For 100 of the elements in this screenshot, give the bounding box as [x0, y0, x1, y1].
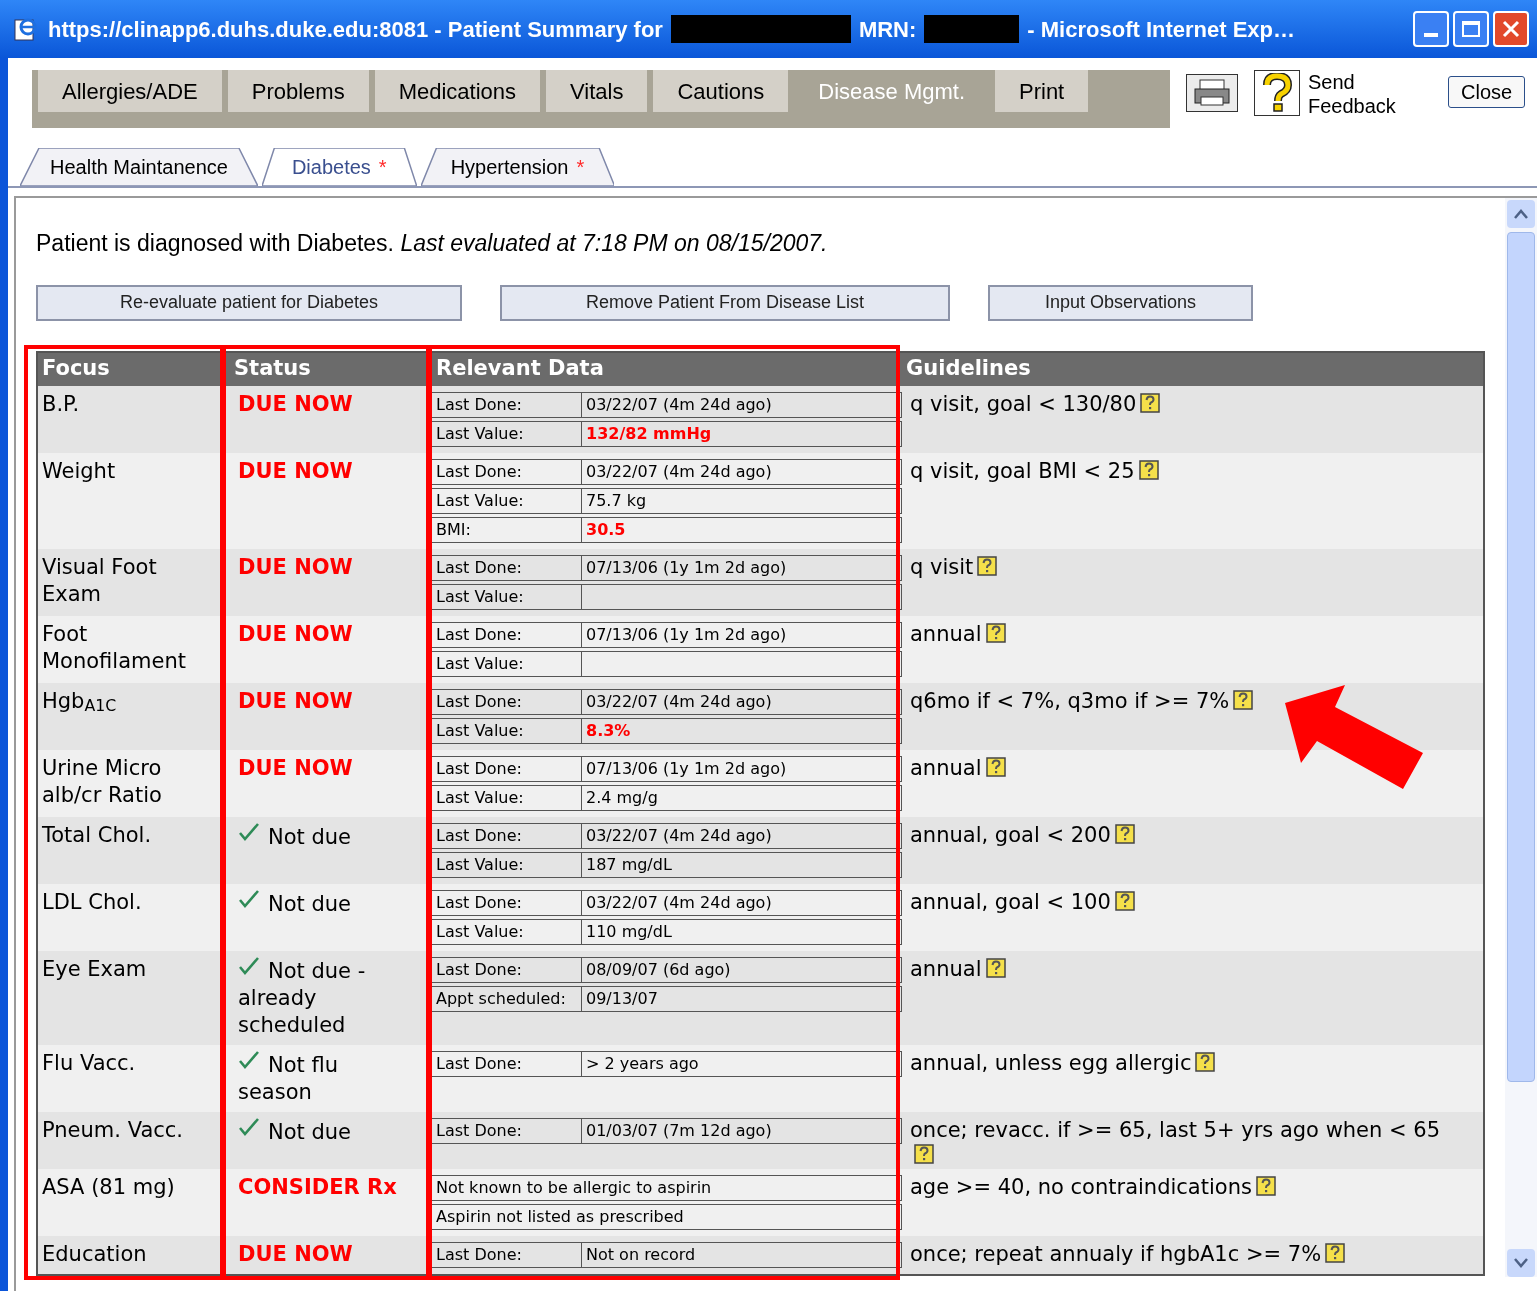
check-icon [238, 1116, 260, 1137]
check-icon [238, 955, 260, 976]
minimize-button[interactable] [1413, 11, 1449, 47]
guideline-text: annual [910, 621, 982, 646]
chevron-down-icon [1514, 1258, 1528, 1268]
data-label: BMI: [432, 517, 582, 542]
guideline-text: age >= 40, no contraindications [910, 1174, 1252, 1199]
action-button[interactable]: Input Observations [988, 284, 1253, 321]
sub-tab[interactable]: Hypertension * [420, 148, 615, 186]
column-header: Guidelines [905, 355, 1032, 383]
help-icon[interactable] [1325, 1242, 1346, 1263]
data-value: 8.3% [585, 719, 631, 742]
data-label: Last Value: [432, 584, 582, 609]
nav-tab[interactable]: Print [995, 70, 1089, 112]
data-label: Last Done: [432, 555, 582, 580]
scroll-down-button[interactable] [1507, 1249, 1535, 1277]
close-window-button[interactable]: Close [1448, 76, 1526, 108]
nav-tab[interactable]: Vitals [546, 70, 648, 112]
data-value: > 2 years ago [585, 1052, 699, 1075]
focus-text: Visual Foot Exam [42, 554, 157, 606]
guideline-text: q6mo if < 7%, q3mo if >= 7% [910, 688, 1230, 713]
data-value: 110 mg/dL [585, 920, 672, 943]
data-label: Last Done: [432, 459, 582, 484]
column-header: Focus [41, 355, 111, 383]
data-label: Last Value: [432, 852, 582, 877]
nav-tab[interactable]: Medications [374, 70, 541, 112]
print-button[interactable] [1186, 74, 1238, 112]
data-label: Last Value: [432, 919, 582, 944]
status-text: DUE NOW [238, 688, 353, 713]
focus-text: Education [42, 1241, 147, 1266]
status-text: Not due [238, 824, 352, 849]
focus-text: Pneum. Vacc. [42, 1117, 183, 1142]
help-icon[interactable] [1114, 823, 1135, 844]
guideline-text: once; repeat annualy if hgbA1c >= 7% [910, 1241, 1322, 1266]
data-label: Last Done: [432, 622, 582, 647]
status-text: DUE NOW [238, 391, 353, 416]
status-text: Not due [238, 891, 352, 916]
scrollbar-thumb[interactable] [1507, 232, 1535, 1082]
data-label: Last Value: [432, 488, 582, 513]
guideline-text: annual [910, 755, 982, 780]
check-icon [238, 888, 260, 909]
help-button[interactable] [1254, 70, 1300, 116]
printer-icon [1192, 78, 1232, 108]
help-icon[interactable] [1114, 890, 1135, 911]
help-icon[interactable] [1195, 1051, 1216, 1072]
help-icon[interactable] [1138, 459, 1159, 480]
data-text: Aspirin not listed as prescribed [436, 1205, 684, 1228]
status-text: Not flu season [238, 1052, 338, 1104]
data-value: 187 mg/dL [585, 853, 672, 876]
data-label: Last Done: [432, 1118, 582, 1143]
focus-text: Foot Monofilament [42, 621, 186, 673]
help-icon[interactable] [914, 1143, 934, 1164]
data-value: 03/22/07 (4m 24d ago) [585, 891, 772, 914]
column-header: Relevant Data [435, 355, 605, 383]
column-header: Status [233, 355, 312, 383]
window-title: - Microsoft Internet Exp… [1027, 15, 1296, 44]
status-text: Not due - already scheduled [238, 958, 366, 1037]
data-label: Last Value: [432, 785, 582, 810]
guideline-text: annual, unless egg allergic [910, 1050, 1192, 1075]
scroll-up-button[interactable] [1507, 200, 1535, 228]
focus-text: ASA (81 mg) [42, 1174, 175, 1199]
focus-text: Eye Exam [42, 956, 147, 981]
focus-text: LDL Chol. [42, 889, 142, 914]
guideline-text: annual, goal < 200 [910, 822, 1111, 847]
summary-text: Patient is diagnosed with Diabetes. Last evaluated at 7:18 PM on 08/15/2007. [36, 229, 829, 258]
nav-tab[interactable]: Problems [227, 70, 369, 112]
guideline-text: q visit, goal BMI < 25 [910, 458, 1135, 483]
window-title: MRN: [858, 15, 917, 44]
help-icon[interactable] [985, 622, 1006, 643]
sub-tab[interactable]: Diabetes * [261, 148, 417, 186]
close-button[interactable] [1493, 11, 1529, 47]
status-text: DUE NOW [238, 621, 353, 646]
data-label: Last Done: [432, 957, 582, 982]
help-icon[interactable] [1255, 1175, 1276, 1196]
data-label: Last Done: [432, 392, 582, 417]
status-text: DUE NOW [238, 755, 353, 780]
help-icon[interactable] [977, 555, 998, 576]
data-label: Last Done: [432, 823, 582, 848]
send-feedback-link[interactable]: Send Feedback [1308, 70, 1408, 118]
check-icon [238, 1049, 260, 1070]
focus-text: Flu Vacc. [42, 1050, 136, 1075]
nav-tab[interactable]: Allergies/ADE [38, 70, 222, 112]
help-icon[interactable] [985, 756, 1006, 777]
help-icon[interactable] [985, 957, 1006, 978]
focus-text: B.P. [42, 391, 80, 416]
guideline-text: annual, goal < 100 [910, 889, 1111, 914]
data-value: 07/13/06 (1y 1m 2d ago) [585, 623, 787, 646]
status-text: Not due [238, 1119, 352, 1144]
focus-text: Hgb$_{A1C}$ [42, 688, 117, 713]
data-label: Last Value: [432, 718, 582, 743]
action-button[interactable]: Remove Patient From Disease List [500, 284, 950, 321]
action-button[interactable]: Re-evaluate patient for Diabetes [36, 284, 462, 321]
help-icon[interactable] [1233, 689, 1254, 710]
maximize-button[interactable] [1453, 11, 1489, 47]
check-icon [238, 821, 260, 842]
guideline-text: annual [910, 956, 982, 981]
sub-tab[interactable]: Health Maintanence [20, 148, 258, 186]
nav-tab[interactable]: Cautions [653, 70, 789, 112]
help-icon[interactable] [1140, 392, 1161, 413]
data-label: Last Done: [432, 1051, 582, 1076]
